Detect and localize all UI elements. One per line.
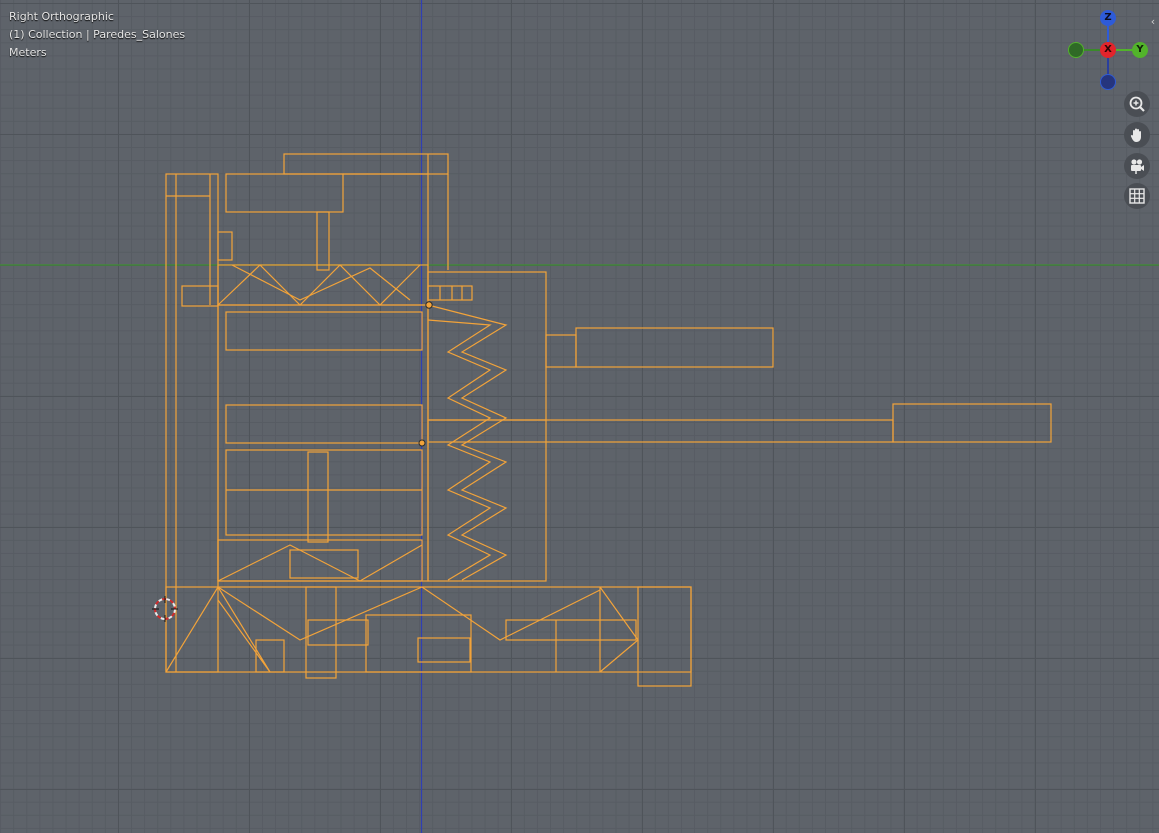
hand-pan-icon — [1130, 128, 1141, 142]
selected-mesh-paredes-salones[interactable] — [165, 153, 1052, 687]
pan-button[interactable] — [1124, 122, 1150, 148]
units-label: Meters — [9, 46, 47, 59]
viewport-info-overlay: Right Orthographic (1) Collection | Pare… — [9, 8, 185, 62]
gizmo-y-positive[interactable]: Y — [1132, 42, 1148, 58]
collection-info-label: (1) Collection | Paredes_Salones — [9, 28, 186, 41]
camera-icon — [1131, 159, 1144, 174]
zoom-button[interactable] — [1124, 91, 1150, 117]
navigation-gizmo[interactable]: Z Y X — [1064, 8, 1154, 92]
object-origin-point[interactable] — [425, 301, 433, 309]
object-origin-point-secondary[interactable] — [418, 439, 426, 447]
wireframe-scene[interactable] — [0, 0, 1159, 833]
zoom-icon — [1129, 96, 1145, 112]
gizmo-z-negative[interactable] — [1100, 74, 1116, 90]
toggle-perspective-button[interactable] — [1124, 183, 1150, 209]
3d-cursor[interactable] — [152, 596, 178, 622]
camera-view-button[interactable] — [1124, 153, 1150, 179]
3d-viewport[interactable]: Right Orthographic (1) Collection | Pare… — [0, 0, 1159, 833]
view-name-label: Right Orthographic — [9, 10, 114, 23]
gizmo-y-negative[interactable] — [1068, 42, 1084, 58]
gizmo-x-positive[interactable]: X — [1100, 42, 1116, 58]
grid-icon — [1129, 188, 1145, 204]
gizmo-z-positive[interactable]: Z — [1100, 10, 1116, 26]
